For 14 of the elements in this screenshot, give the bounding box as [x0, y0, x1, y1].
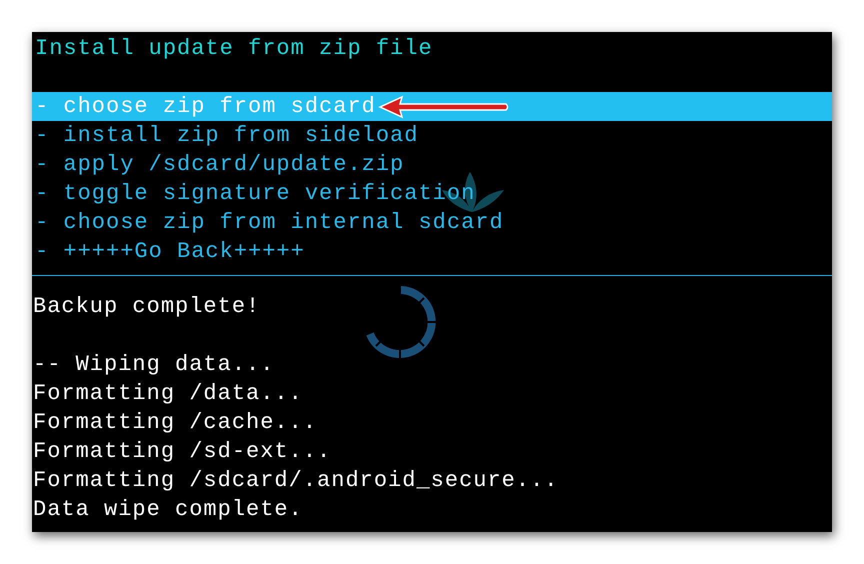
menu-item[interactable]: - install zip from sideload — [32, 121, 832, 150]
arrow-icon — [378, 94, 510, 118]
log-line: Data wipe complete. — [32, 496, 303, 524]
log-line: Formatting /data... — [32, 380, 303, 408]
menu-item[interactable]: - apply /sdcard/update.zip — [32, 150, 832, 179]
menu-item[interactable]: - +++++Go Back+++++ — [32, 237, 832, 266]
screen-title: Install update from zip file — [34, 35, 433, 63]
menu-item[interactable]: - choose zip from internal sdcard — [32, 208, 832, 237]
menu-item[interactable]: - toggle signature verification — [32, 179, 832, 208]
log-line: Backup complete! — [32, 293, 260, 321]
log-line: Formatting /cache... — [32, 409, 318, 437]
log-line: Formatting /sdcard/.android_secure... — [32, 467, 558, 495]
log-line: -- Wiping data... — [32, 351, 274, 379]
log-line: Formatting /sd-ext... — [32, 438, 332, 466]
